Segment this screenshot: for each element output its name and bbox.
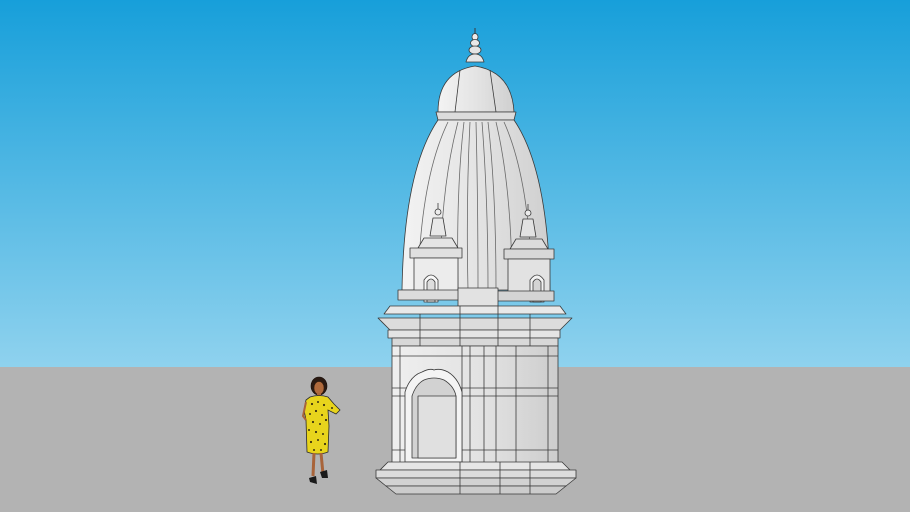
temple-finial [465,28,485,63]
modeling-viewport[interactable] [0,0,910,512]
temple-cornice [377,305,573,347]
temple-model[interactable] [375,28,577,495]
temple-plinth [375,461,577,495]
scale-figure-person[interactable] [301,376,341,484]
temple-doorway [404,368,463,463]
scene-drawing [301,28,577,495]
temple-cap [437,65,515,113]
